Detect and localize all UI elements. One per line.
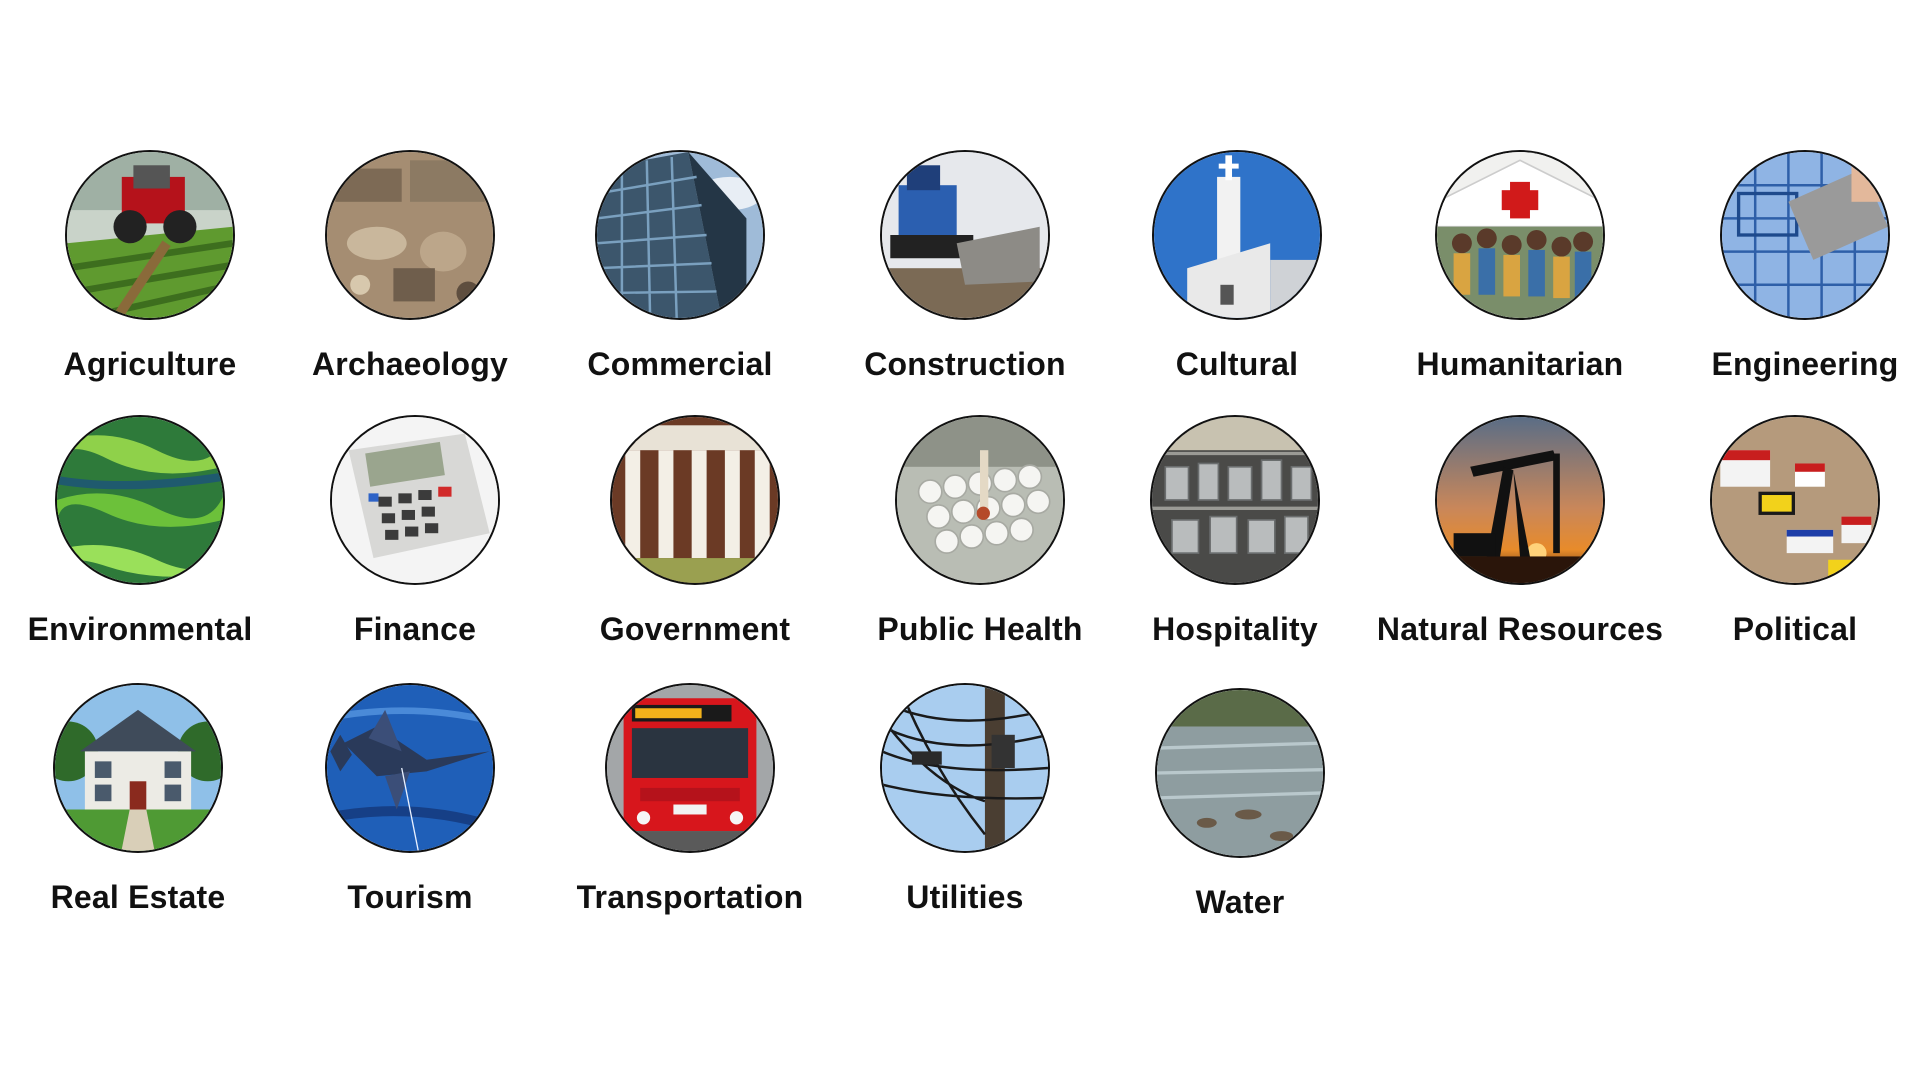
campaign-signs-icon bbox=[1710, 415, 1880, 585]
category-label: Political bbox=[1732, 611, 1858, 647]
category-label: Humanitarian bbox=[1416, 346, 1624, 382]
lab-vials-icon bbox=[895, 415, 1065, 585]
excavation-ruins-icon bbox=[325, 150, 495, 320]
category-agriculture[interactable]: Agriculture bbox=[20, 150, 280, 383]
algae-water-icon bbox=[55, 415, 225, 585]
category-real-estate[interactable]: Real Estate bbox=[8, 683, 268, 916]
tractor-field-icon bbox=[65, 150, 235, 320]
category-finance[interactable]: Finance bbox=[285, 415, 545, 648]
category-natural-resources[interactable]: Natural Resources bbox=[1377, 415, 1663, 648]
category-label: Hospitality bbox=[1152, 611, 1318, 647]
church-icon bbox=[1152, 150, 1322, 320]
house-icon bbox=[53, 683, 223, 853]
blueprint-approved-stamp-icon bbox=[1720, 150, 1890, 320]
category-label: Cultural bbox=[1175, 346, 1299, 382]
category-political[interactable]: Political bbox=[1665, 415, 1920, 648]
category-utilities[interactable]: Utilities bbox=[835, 683, 1095, 916]
category-label: Environmental bbox=[27, 611, 253, 647]
category-commercial[interactable]: Commercial bbox=[550, 150, 810, 383]
category-government[interactable]: Government bbox=[565, 415, 825, 648]
category-label: Engineering bbox=[1711, 346, 1899, 382]
utility-pole-icon bbox=[880, 683, 1050, 853]
category-label: Archaeology bbox=[311, 346, 509, 382]
category-label: Finance bbox=[353, 611, 477, 647]
glass-office-building-icon bbox=[595, 150, 765, 320]
oil-pump-sunset-icon bbox=[1435, 415, 1605, 585]
category-label: Construction bbox=[864, 346, 1066, 382]
marlin-fish-icon bbox=[325, 683, 495, 853]
category-environmental[interactable]: Environmental bbox=[10, 415, 270, 648]
kitchen-pots-icon bbox=[1150, 415, 1320, 585]
category-hospitality[interactable]: Hospitality bbox=[1105, 415, 1365, 648]
river-icon bbox=[1155, 688, 1325, 858]
category-archaeology[interactable]: Archaeology bbox=[280, 150, 540, 383]
category-label: Natural Resources bbox=[1376, 611, 1664, 647]
red-cross-crowd-icon bbox=[1435, 150, 1605, 320]
calculator-icon bbox=[330, 415, 500, 585]
category-tourism[interactable]: Tourism bbox=[280, 683, 540, 916]
category-public-health[interactable]: Public Health bbox=[850, 415, 1110, 648]
category-label: Utilities bbox=[906, 879, 1024, 915]
category-label: Commercial bbox=[587, 346, 773, 382]
red-bus-icon bbox=[605, 683, 775, 853]
category-label: Agriculture bbox=[63, 346, 237, 382]
category-construction[interactable]: Construction bbox=[835, 150, 1095, 383]
category-water[interactable]: Water bbox=[1110, 688, 1370, 921]
category-label: Water bbox=[1195, 884, 1285, 920]
category-humanitarian[interactable]: Humanitarian bbox=[1390, 150, 1650, 383]
category-label: Transportation bbox=[576, 879, 804, 915]
columned-building-icon bbox=[610, 415, 780, 585]
category-label: Tourism bbox=[347, 879, 473, 915]
bulldozer-icon bbox=[880, 150, 1050, 320]
category-label: Public Health bbox=[877, 611, 1083, 647]
category-cultural[interactable]: Cultural bbox=[1107, 150, 1367, 383]
category-label: Government bbox=[599, 611, 791, 647]
category-transportation[interactable]: Transportation bbox=[560, 683, 820, 916]
category-engineering[interactable]: Engineering bbox=[1675, 150, 1920, 383]
category-label: Real Estate bbox=[50, 879, 226, 915]
